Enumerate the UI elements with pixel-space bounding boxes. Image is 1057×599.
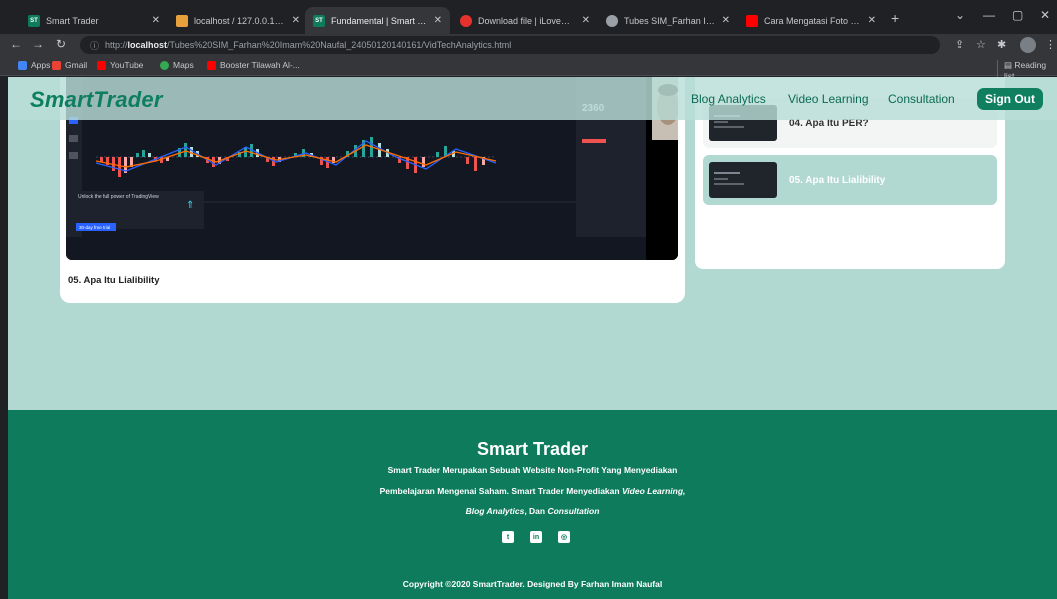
tab-title: Tubes SIM_Farhan Imam N bbox=[624, 15, 716, 26]
sign-out-button[interactable]: Sign Out bbox=[977, 88, 1043, 110]
playlist-item-title: 05. Apa Itu Lialibility bbox=[789, 174, 886, 186]
site-navbar: SmartTrader Blog Analytics Video Learnin… bbox=[8, 77, 1057, 120]
info-icon[interactable]: ⓘ bbox=[90, 39, 99, 52]
tab-title: Cara Mengatasi Foto Scree bbox=[764, 15, 862, 26]
ilovepdf-favicon-icon bbox=[460, 14, 472, 27]
bookmark-maps[interactable]: Maps bbox=[160, 60, 194, 70]
extensions-icon[interactable]: ✱ bbox=[997, 38, 1006, 51]
footer-copyright: Copyright ©2020 SmartTrader. Designed By… bbox=[402, 579, 663, 589]
globe-icon bbox=[606, 14, 618, 27]
url-path: /Tubes%20SIM_Farhan%20Imam%20Naufal_2405… bbox=[167, 40, 512, 50]
nav-consultation[interactable]: Consultation bbox=[888, 92, 955, 106]
rocket-icon: ⇑ bbox=[186, 200, 194, 211]
footer-emphasis: Consultation bbox=[547, 506, 600, 516]
address-bar[interactable]: ⓘ http://localhost/Tubes%20SIM_Farhan%20… bbox=[80, 36, 940, 54]
bookmark-label: Apps bbox=[31, 60, 51, 70]
smarttrader-favicon-icon: ST bbox=[28, 14, 40, 27]
browser-tab-bar: ST Smart Trader ✕ localhost / 127.0.0.1 … bbox=[0, 0, 1057, 34]
site-footer: Smart Trader Smart Trader Merupakan Sebu… bbox=[8, 410, 1057, 599]
bookmark-label: Gmail bbox=[65, 60, 88, 70]
profile-avatar[interactable] bbox=[1020, 37, 1036, 53]
bookmark-youtube[interactable]: YouTube bbox=[97, 60, 143, 70]
browser-tab[interactable]: Cara Mengatasi Foto Scree ✕ bbox=[738, 7, 884, 34]
bookmark-label: YouTube bbox=[110, 60, 144, 70]
bookmark-label: Booster Tilawah Al-... bbox=[220, 60, 300, 70]
gmail-icon bbox=[52, 60, 61, 70]
close-window-icon[interactable]: ✕ bbox=[1040, 8, 1050, 22]
maximize-icon[interactable]: ▢ bbox=[1012, 8, 1023, 22]
maps-pin-icon bbox=[160, 60, 169, 70]
linkedin-icon[interactable]: in bbox=[530, 531, 542, 543]
share-icon[interactable]: ⇪ bbox=[955, 38, 964, 51]
url-host: localhost bbox=[127, 40, 168, 50]
bookmark-booster[interactable]: Booster Tilawah Al-... bbox=[207, 60, 300, 70]
close-icon[interactable]: ✕ bbox=[582, 15, 590, 26]
close-icon[interactable]: ✕ bbox=[292, 15, 300, 26]
video-title: 05. Apa Itu Lialibility bbox=[68, 275, 160, 286]
browser-tab[interactable]: Download file | iLovePDF ✕ bbox=[452, 7, 598, 34]
tab-title: Download file | iLovePDF bbox=[478, 15, 576, 26]
social-links: t in ◎ bbox=[502, 531, 570, 543]
footer-description-line3: Blog Analytics, Dan Consultation bbox=[8, 506, 1057, 516]
playlist-item-active[interactable]: 05. Apa Itu Lialibility bbox=[703, 155, 997, 205]
back-icon[interactable]: ← bbox=[10, 37, 22, 51]
minimize-icon[interactable]: — bbox=[983, 8, 995, 22]
tab-title: localhost / 127.0.0.1 / smar bbox=[194, 15, 286, 26]
video-thumbnail bbox=[709, 162, 777, 198]
browser-tab[interactable]: Tubes SIM_Farhan Imam N ✕ bbox=[598, 7, 738, 34]
phpmyadmin-favicon-icon bbox=[176, 14, 188, 27]
footer-text: , Dan bbox=[524, 506, 548, 516]
forward-icon[interactable]: → bbox=[32, 37, 44, 51]
bookmark-label: Maps bbox=[173, 60, 194, 70]
footer-emphasis: Blog Analytics bbox=[465, 506, 525, 516]
apps-grid-icon bbox=[18, 60, 27, 70]
browser-toolbar: ← → ↻ ⓘ http://localhost/Tubes%20SIM_Far… bbox=[0, 34, 1057, 56]
promo-button: 30-day free trial bbox=[79, 225, 110, 230]
footer-text: Pembelajaran Mengenai Saham. Smart Trade… bbox=[379, 486, 622, 496]
tab-search-icon[interactable]: ⌄ bbox=[955, 8, 965, 22]
youtube-icon bbox=[207, 60, 216, 70]
promo-title: Unlock the full power of TradingView bbox=[78, 194, 159, 200]
close-icon[interactable]: ✕ bbox=[868, 15, 876, 26]
bookmark-star-icon[interactable]: ☆ bbox=[976, 38, 986, 51]
bookmarks-bar: Apps Gmail YouTube Maps Booster Tilawah … bbox=[0, 56, 1057, 81]
bookmark-gmail[interactable]: Gmail bbox=[52, 60, 87, 70]
browser-tab[interactable]: ST Smart Trader ✕ bbox=[20, 7, 168, 34]
tab-title: Fundamental | Smart Trader bbox=[331, 15, 428, 26]
youtube-icon bbox=[97, 60, 106, 70]
tab-title: Smart Trader bbox=[46, 15, 99, 26]
twitter-icon[interactable]: t bbox=[502, 531, 514, 543]
smarttrader-favicon-icon: ST bbox=[313, 14, 325, 27]
footer-description-line2: Pembelajaran Mengenai Saham. Smart Trade… bbox=[8, 486, 1057, 496]
nav-video-learning[interactable]: Video Learning bbox=[788, 92, 869, 106]
new-tab-icon[interactable]: + bbox=[891, 10, 899, 26]
bookmark-apps[interactable]: Apps bbox=[18, 60, 50, 70]
footer-description-line1: Smart Trader Merupakan Sebuah Website No… bbox=[387, 465, 678, 475]
nav-blog-analytics[interactable]: Blog Analytics bbox=[691, 92, 766, 106]
browser-tab[interactable]: localhost / 127.0.0.1 / smar ✕ bbox=[168, 7, 308, 34]
instagram-icon[interactable]: ◎ bbox=[558, 531, 570, 543]
close-icon[interactable]: ✕ bbox=[152, 15, 160, 26]
footer-emphasis: Video Learning, bbox=[621, 486, 686, 496]
close-icon[interactable]: ✕ bbox=[722, 15, 730, 26]
menu-icon[interactable]: ⋮ bbox=[1045, 38, 1056, 51]
page-viewport[interactable]: Unlock the full power of TradingView 30-… bbox=[8, 77, 1057, 599]
brand-logo[interactable]: SmartTrader bbox=[30, 87, 163, 113]
close-icon[interactable]: ✕ bbox=[434, 15, 442, 26]
youtube-favicon-icon bbox=[746, 14, 758, 27]
reload-icon[interactable]: ↻ bbox=[56, 37, 66, 51]
footer-title: Smart Trader bbox=[476, 439, 589, 459]
browser-tab-active[interactable]: ST Fundamental | Smart Trader ✕ bbox=[305, 7, 450, 34]
url-prefix: http:// bbox=[105, 40, 128, 50]
